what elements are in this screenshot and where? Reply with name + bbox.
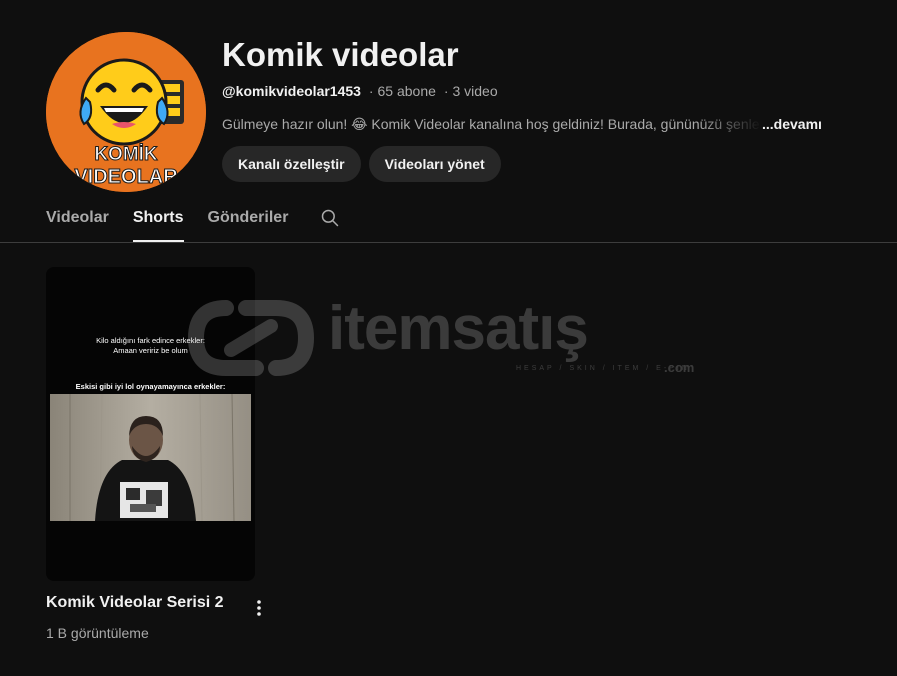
channel-name: Komik videolar (222, 36, 459, 73)
short-title[interactable]: Komik Videolar Serisi 2 (46, 592, 224, 614)
channel-meta: @komikvideolar1453 · 65 abone · 3 video (222, 81, 882, 101)
description-text: Gülmeye hazır olun! 😂 Komik Videolar kan… (222, 116, 762, 132)
channel-actions: Kanalı özelleştir Videoları yönet (222, 146, 882, 182)
thumbnail-caption-1: Kilo aldığını fark edince erkekler: Amaa… (46, 336, 255, 356)
caption-line-3: Eskisi gibi iyi lol oynayamayınca erkekl… (75, 382, 226, 391)
watermark-word: itemsatış (328, 294, 589, 363)
watermark-suffix: .com (664, 360, 695, 375)
tab-shorts[interactable]: Shorts (132, 204, 184, 242)
tab-videos[interactable]: Videolar (46, 204, 109, 240)
channel-tabs: Videolar Shorts Gönderiler (46, 204, 344, 242)
short-thumbnail[interactable]: Kilo aldığını fark edince erkekler: Amaa… (46, 267, 255, 581)
short-menu-button[interactable] (247, 596, 271, 620)
manage-videos-button[interactable]: Videoları yönet (368, 146, 501, 182)
avatar-text-line2: VIDEOLAR (74, 166, 178, 188)
subscriber-count: 65 abone (377, 83, 436, 99)
meta-separator: · (443, 83, 449, 99)
caption-line-2: Amaan veririz be olum (113, 346, 188, 355)
tab-search-button[interactable] (320, 204, 344, 232)
video-count: 3 video (452, 83, 498, 99)
search-icon (322, 209, 339, 227)
tab-posts[interactable]: Gönderiler (208, 204, 289, 240)
description-more-link[interactable]: ...devamı (762, 116, 822, 132)
meta-separator: · (368, 83, 374, 99)
short-card[interactable]: Kilo aldığını fark edince erkekler: Amaa… (46, 267, 261, 643)
avatar-text-line1: KOMİK (94, 144, 158, 165)
channel-avatar[interactable]: KOMİK VIDEOLAR (46, 32, 206, 192)
thumbnail-video-frame (50, 394, 251, 521)
short-title-row: Komik Videolar Serisi 2 (46, 592, 261, 620)
channel-page: KOMİK VIDEOLAR Komik videolar @komikvide… (0, 0, 897, 676)
laughing-emoji-logo: KOMİK VIDEOLAR (46, 32, 206, 192)
more-vert-icon (257, 600, 261, 616)
tabs-divider (0, 242, 897, 243)
channel-description[interactable]: Gülmeye hazır olun! 😂 Komik Videolar kan… (222, 114, 822, 134)
watermark-tagline: HESAP / SKIN / ITEM / E-PIN (516, 365, 690, 372)
short-views: 1 B görüntüleme (46, 625, 149, 641)
caption-line-1: Kilo aldığını fark edince erkekler: (96, 336, 205, 345)
channel-info: Komik videolar @komikvideolar1453 · 65 ab… (222, 34, 882, 182)
customize-channel-button[interactable]: Kanalı özelleştir (222, 146, 361, 182)
channel-handle[interactable]: @komikvideolar1453 (222, 83, 361, 99)
